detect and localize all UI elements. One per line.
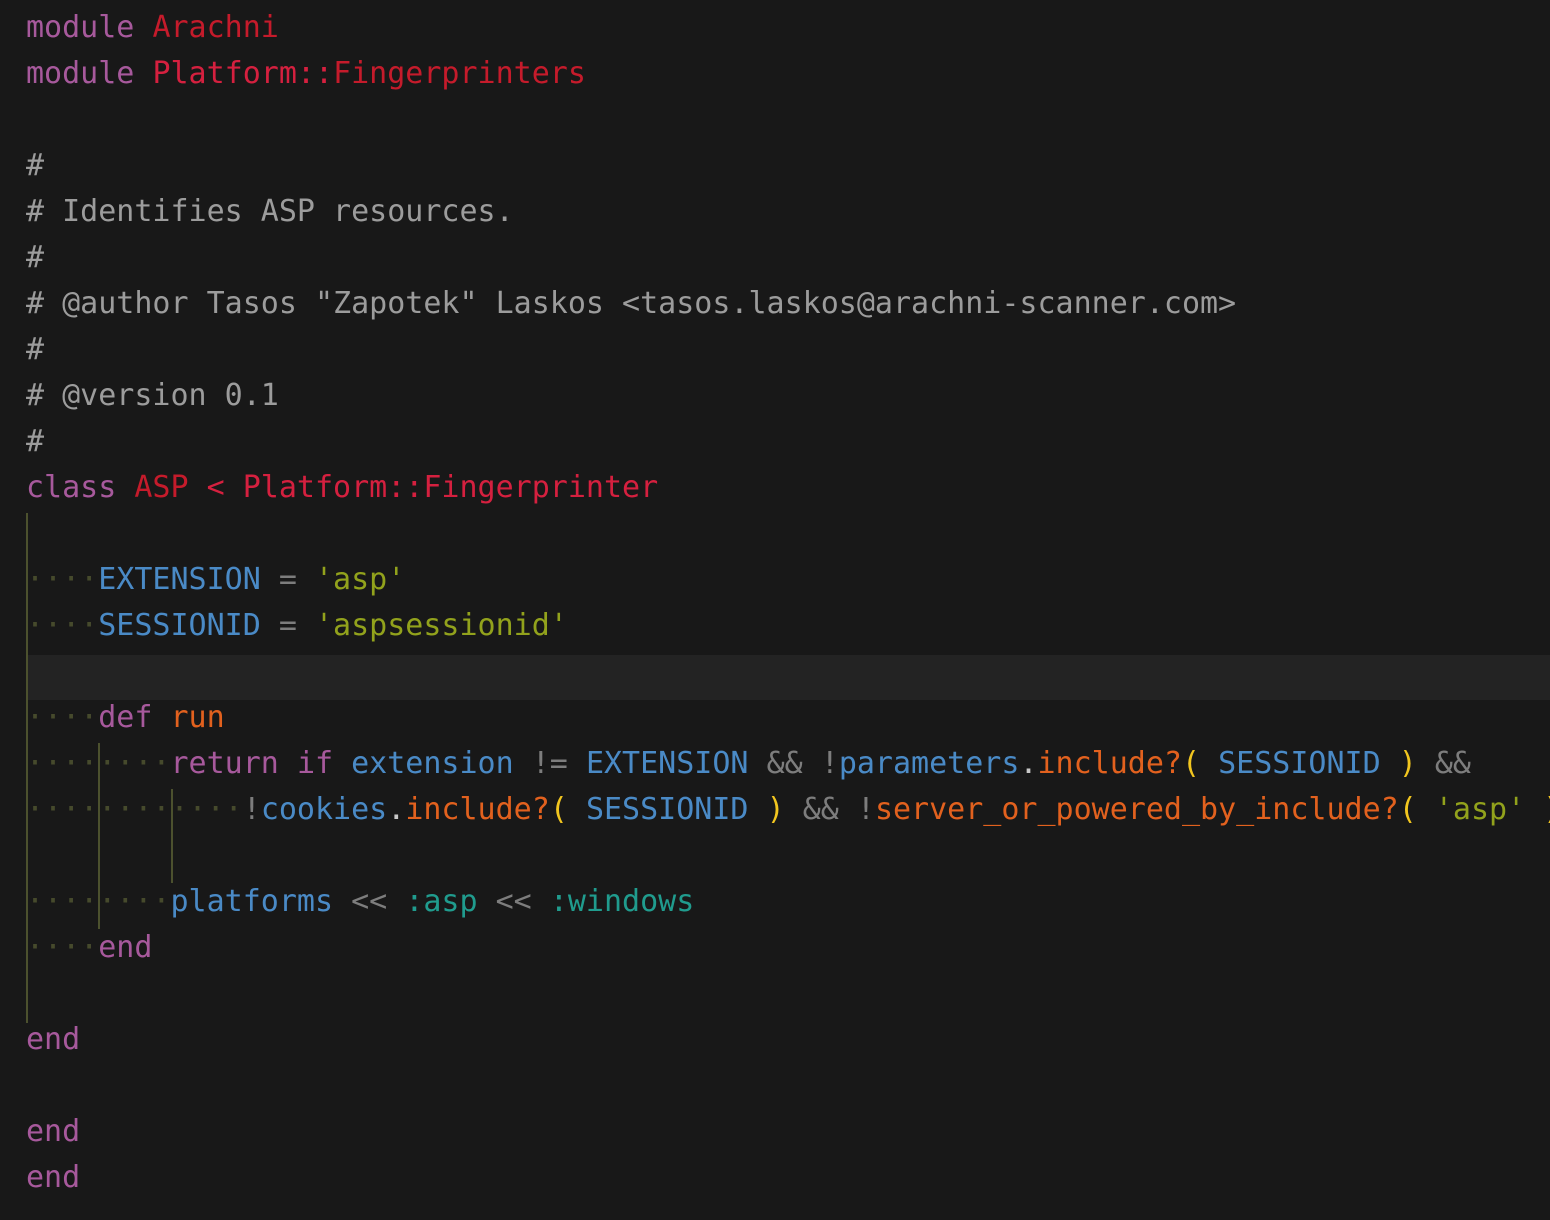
operator: && [802, 792, 839, 827]
identifier: platforms [170, 884, 334, 919]
identifier: cookies [260, 792, 388, 827]
string: 'asp' [315, 562, 406, 597]
string: 'asp' [1434, 792, 1526, 827]
indent-whitespace: ···· [98, 792, 171, 827]
code-line[interactable]: ············!cookies.include?( SESSIONID… [26, 787, 1550, 833]
code-line[interactable]: ········platforms << :asp << :windows [26, 879, 694, 925]
keyword: end [26, 1160, 81, 1195]
scope-operator: :: [296, 56, 334, 91]
punctuation: . [387, 792, 406, 827]
keyword: def [98, 700, 153, 735]
indent-whitespace: ···· [98, 746, 171, 781]
code-line[interactable]: end [26, 1155, 80, 1201]
code-line[interactable]: end [26, 1109, 80, 1155]
bracket: ( [1182, 746, 1201, 781]
comment: # Identifies ASP resources. [26, 194, 514, 229]
symbol: :windows [549, 884, 695, 919]
code-line[interactable]: ········return if extension != EXTENSION… [26, 741, 1471, 787]
module-name: Fingerprinters [333, 56, 586, 91]
keyword: module [26, 10, 135, 45]
indent-whitespace: ···· [26, 562, 99, 597]
keyword: return [170, 746, 279, 781]
constant: SESSIONID [1218, 746, 1381, 781]
keyword: module [26, 56, 135, 91]
code-line[interactable]: # [26, 327, 44, 373]
method-name: run [170, 700, 225, 735]
keyword: class [26, 470, 117, 505]
constant: SESSIONID [98, 608, 261, 643]
comment: # [26, 424, 45, 459]
operator: = [278, 608, 297, 643]
class-name: ASP [134, 470, 189, 505]
bracket: ( [549, 792, 568, 827]
operator: != [531, 746, 568, 781]
namespace: Platform [152, 56, 297, 91]
indent-whitespace: ···· [26, 746, 99, 781]
comment: # @author Tasos "Zapotek" Laskos <tasos.… [26, 286, 1237, 321]
comment: # [26, 332, 45, 367]
method-call: include? [405, 792, 550, 827]
constant: EXTENSION [585, 746, 749, 781]
code-line[interactable]: module Platform::Fingerprinters [26, 51, 586, 97]
code-line[interactable]: # [26, 419, 44, 465]
bracket: ) [766, 792, 785, 827]
operator: ! [856, 792, 875, 827]
code-line[interactable]: class ASP < Platform::Fingerprinter [26, 465, 658, 511]
keyword: if [296, 746, 334, 781]
code-line[interactable]: ····EXTENSION = 'asp' [26, 557, 405, 603]
bracket: ) [1543, 792, 1550, 827]
indent-whitespace: ···· [26, 608, 99, 643]
operator: && [1434, 746, 1471, 781]
operator: ! [820, 746, 839, 781]
code-line[interactable]: # @version 0.1 [26, 373, 279, 419]
keyword: end [98, 930, 153, 965]
indent-whitespace: ···· [170, 792, 243, 827]
method-call: include? [1037, 746, 1183, 781]
bracket: ) [1398, 746, 1417, 781]
indent-whitespace: ···· [26, 700, 99, 735]
code-line[interactable]: # @author Tasos "Zapotek" Laskos <tasos.… [26, 281, 1236, 327]
operator: << [351, 884, 388, 919]
symbol: :asp [405, 884, 478, 919]
code-editor[interactable]: module Arachni module Platform::Fingerpr… [0, 5, 1550, 1220]
string: 'aspsessionid' [315, 608, 568, 643]
method-call: server_or_powered_by_include? [874, 792, 1399, 827]
operator: ! [242, 792, 261, 827]
comment: # [26, 148, 45, 183]
keyword: end [26, 1114, 81, 1149]
constant: EXTENSION [98, 562, 261, 597]
constant: SESSIONID [585, 792, 749, 827]
code-line[interactable]: end [26, 1017, 80, 1063]
code-line[interactable]: # [26, 235, 44, 281]
current-line-highlight [26, 655, 1550, 700]
indent-whitespace: ···· [26, 884, 99, 919]
code-line[interactable]: ····end [26, 925, 152, 971]
indent-whitespace: ···· [98, 884, 171, 919]
indent-whitespace: ···· [26, 792, 99, 827]
code-line[interactable]: module Arachni [26, 5, 279, 51]
keyword: end [26, 1022, 81, 1057]
code-line[interactable]: ····SESSIONID = 'aspsessionid' [26, 603, 568, 649]
code-line[interactable]: ····def run [26, 695, 225, 741]
identifier: parameters [838, 746, 1020, 781]
bracket: ( [1398, 792, 1417, 827]
comment: # [26, 240, 45, 275]
comment: # @version 0.1 [26, 378, 279, 413]
operator: && [766, 746, 803, 781]
code-line[interactable]: # [26, 143, 44, 189]
identifier: extension [351, 746, 514, 781]
code-line[interactable]: # Identifies ASP resources. [26, 189, 514, 235]
indent-whitespace: ···· [26, 930, 99, 965]
punctuation: . [1019, 746, 1038, 781]
operator: = [278, 562, 297, 597]
operator: << [495, 884, 532, 919]
inherit-operator: < [206, 470, 225, 505]
module-name: Arachni [152, 10, 279, 45]
parent-class: Platform::Fingerprinter [242, 470, 659, 505]
